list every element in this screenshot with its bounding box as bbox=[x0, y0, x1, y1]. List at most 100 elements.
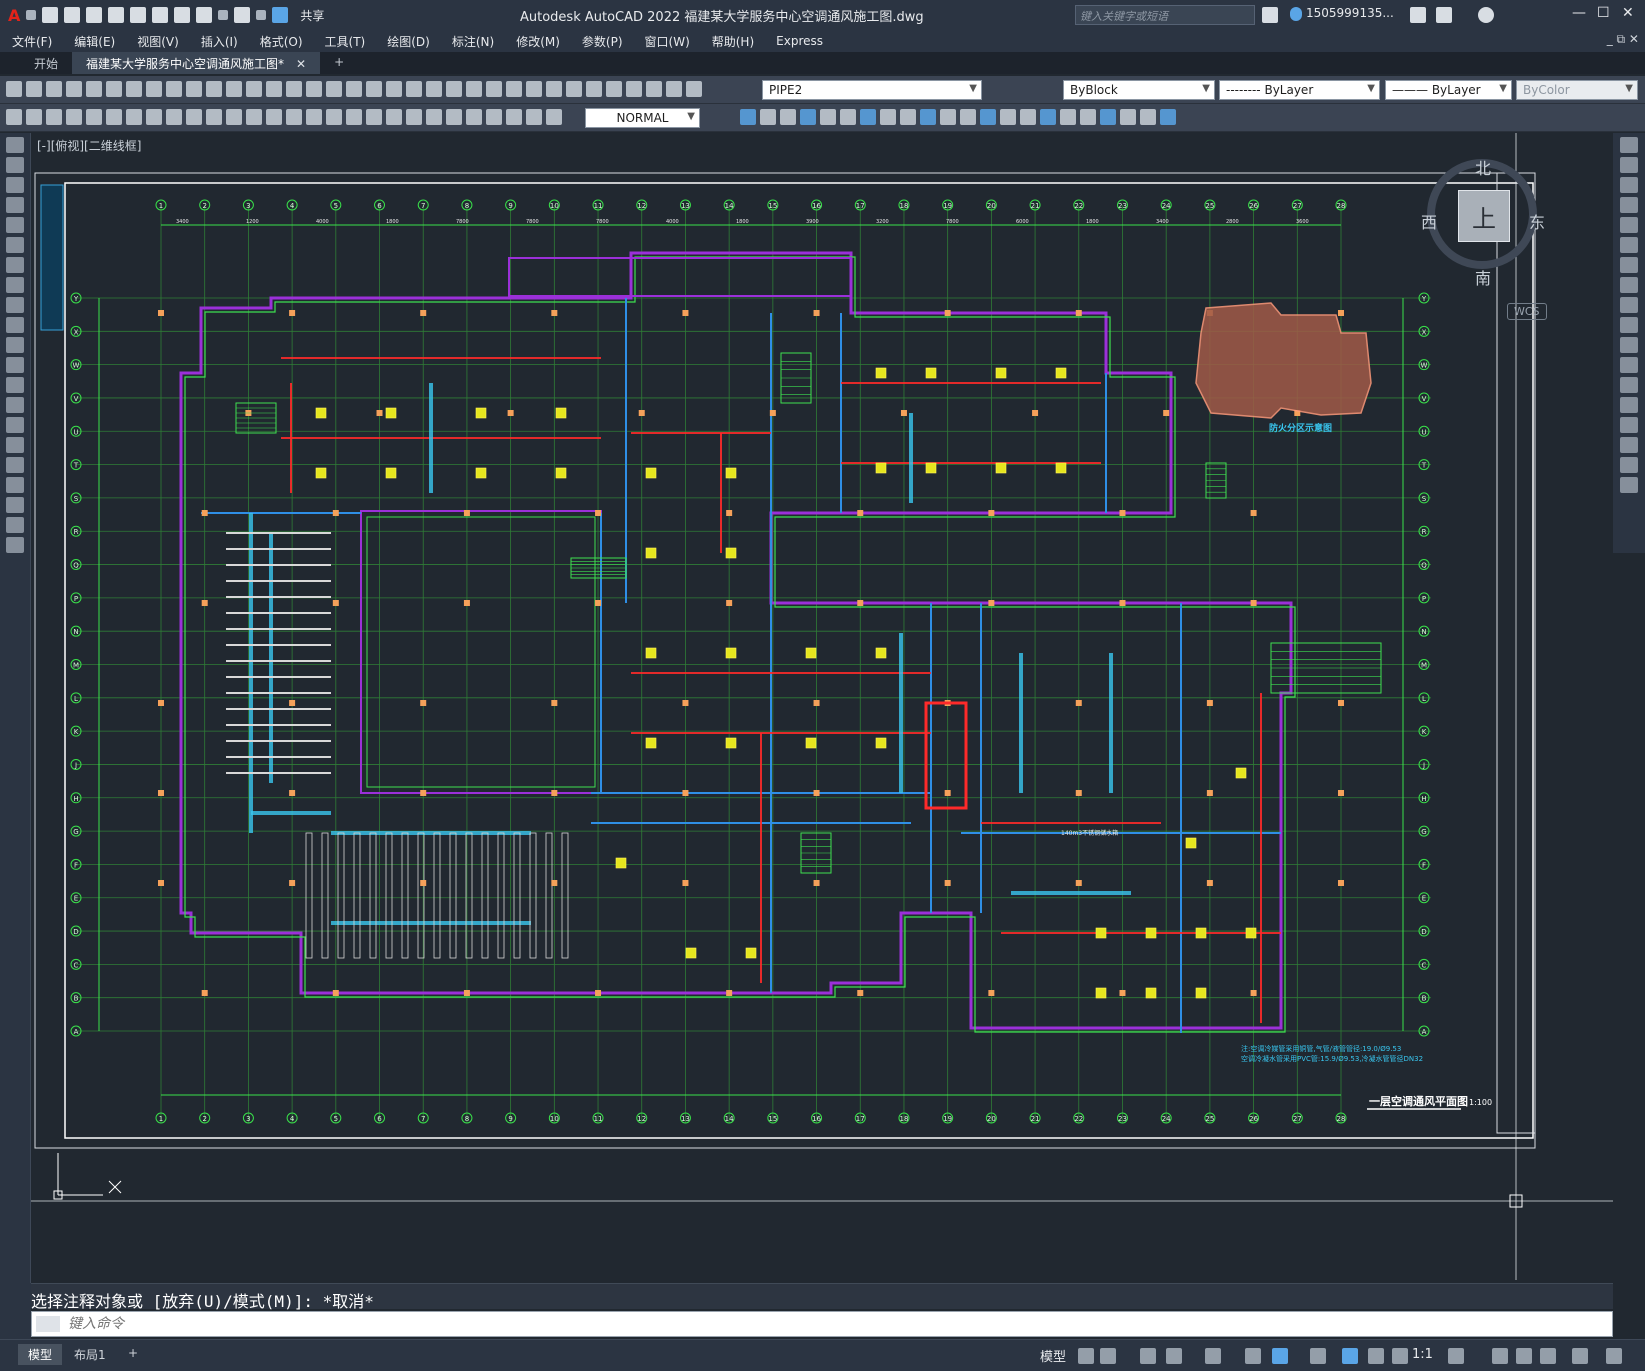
ortho-icon[interactable] bbox=[1140, 1348, 1156, 1364]
standard-tool-23-icon[interactable] bbox=[466, 81, 482, 97]
modify-side-tool-12-icon[interactable] bbox=[1620, 377, 1638, 393]
dimension-tool-22-icon[interactable] bbox=[446, 109, 462, 125]
autodesk-account-icon[interactable] bbox=[1436, 7, 1452, 23]
viewport-controls[interactable]: [-][俯视][二维线框] bbox=[37, 137, 141, 154]
draw-tool-19-icon[interactable] bbox=[6, 517, 24, 533]
modify-tool-12-icon[interactable] bbox=[980, 109, 996, 125]
draw-tool-14-icon[interactable] bbox=[6, 417, 24, 433]
lineweight-dropdown[interactable]: ——— ByLayer ▼ bbox=[1385, 80, 1512, 100]
dimension-tool-9-icon[interactable] bbox=[186, 109, 202, 125]
model-space-button[interactable]: 模型 bbox=[1040, 1346, 1066, 1365]
modify-side-tool-16-icon[interactable] bbox=[1620, 457, 1638, 473]
standard-tool-14-icon[interactable] bbox=[286, 81, 302, 97]
drawing-canvas[interactable]: 1 1 2 2 3 3 4 4 5 5 6 6 7 7 8 8 9 9 10 10 11 11 12 12 13 13 14 14 15… bbox=[31, 133, 1613, 1280]
standard-tool-33-icon[interactable] bbox=[666, 81, 682, 97]
standard-tool-1-icon[interactable] bbox=[26, 81, 42, 97]
draw-tool-11-icon[interactable] bbox=[6, 357, 24, 373]
modify-tool-18-icon[interactable] bbox=[1100, 109, 1116, 125]
draw-tool-10-icon[interactable] bbox=[6, 337, 24, 353]
auto-scale-icon[interactable] bbox=[1368, 1348, 1384, 1364]
standard-tool-31-icon[interactable] bbox=[626, 81, 642, 97]
modify-tool-17-icon[interactable] bbox=[1080, 109, 1096, 125]
modify-tool-2-icon[interactable] bbox=[780, 109, 796, 125]
modify-side-tool-0-icon[interactable] bbox=[1620, 137, 1638, 153]
standard-tool-9-icon[interactable] bbox=[186, 81, 202, 97]
dimension-tool-8-icon[interactable] bbox=[166, 109, 182, 125]
menu-item-7[interactable]: 标注(N) bbox=[452, 33, 494, 50]
save-icon[interactable] bbox=[86, 7, 103, 23]
modify-side-tool-15-icon[interactable] bbox=[1620, 437, 1638, 453]
open-file-icon[interactable] bbox=[64, 7, 81, 23]
standard-tool-3-icon[interactable] bbox=[66, 81, 82, 97]
dimension-tool-12-icon[interactable] bbox=[246, 109, 262, 125]
modify-tool-19-icon[interactable] bbox=[1120, 109, 1136, 125]
publish-icon[interactable] bbox=[152, 7, 169, 23]
modify-side-tool-14-icon[interactable] bbox=[1620, 417, 1638, 433]
draw-tool-4-icon[interactable] bbox=[6, 217, 24, 233]
standard-tool-10-icon[interactable] bbox=[206, 81, 222, 97]
modify-tool-1-icon[interactable] bbox=[760, 109, 776, 125]
modify-side-tool-1-icon[interactable] bbox=[1620, 157, 1638, 173]
redo-icon[interactable] bbox=[234, 7, 251, 23]
menu-item-0[interactable]: 文件(F) bbox=[12, 33, 52, 50]
draw-tool-0-icon[interactable] bbox=[6, 137, 24, 153]
modify-tool-15-icon[interactable] bbox=[1040, 109, 1056, 125]
modify-tool-7-icon[interactable] bbox=[880, 109, 896, 125]
standard-tool-2-icon[interactable] bbox=[46, 81, 62, 97]
modify-side-tool-17-icon[interactable] bbox=[1620, 477, 1638, 493]
standard-tool-26-icon[interactable] bbox=[526, 81, 542, 97]
viewcube-west[interactable]: 西 bbox=[1421, 209, 1437, 233]
standard-tool-22-icon[interactable] bbox=[446, 81, 462, 97]
command-line[interactable] bbox=[31, 1311, 1613, 1337]
save-as-icon[interactable] bbox=[108, 7, 125, 23]
command-line-handle[interactable] bbox=[0, 1283, 31, 1339]
dimension-tool-19-icon[interactable] bbox=[386, 109, 402, 125]
dimension-tool-24-icon[interactable] bbox=[486, 109, 502, 125]
modify-side-tool-3-icon[interactable] bbox=[1620, 197, 1638, 213]
dimension-tool-5-icon[interactable] bbox=[106, 109, 122, 125]
menu-item-4[interactable]: 格式(O) bbox=[260, 33, 303, 50]
dimension-tool-20-icon[interactable] bbox=[406, 109, 422, 125]
modify-tool-11-icon[interactable] bbox=[960, 109, 976, 125]
modify-tool-9-icon[interactable] bbox=[920, 109, 936, 125]
modify-tool-10-icon[interactable] bbox=[940, 109, 956, 125]
dimension-tool-7-icon[interactable] bbox=[146, 109, 162, 125]
wcs-menu[interactable]: WCS bbox=[1507, 303, 1547, 320]
app-menu-chevron-icon[interactable] bbox=[26, 10, 37, 20]
draw-tool-16-icon[interactable] bbox=[6, 457, 24, 473]
new-file-icon[interactable] bbox=[42, 7, 59, 23]
object-snap-tracking-icon[interactable] bbox=[1245, 1348, 1261, 1364]
command-prompt-icon[interactable] bbox=[36, 1316, 60, 1332]
standard-tool-27-icon[interactable] bbox=[546, 81, 562, 97]
menu-item-3[interactable]: 插入(I) bbox=[201, 33, 238, 50]
menu-item-5[interactable]: 工具(T) bbox=[325, 33, 366, 50]
modify-side-tool-11-icon[interactable] bbox=[1620, 357, 1638, 373]
modify-side-tool-13-icon[interactable] bbox=[1620, 397, 1638, 413]
layout-tab-layout1[interactable]: 布局1 bbox=[64, 1344, 116, 1365]
standard-tool-4-icon[interactable] bbox=[86, 81, 102, 97]
draw-tool-9-icon[interactable] bbox=[6, 317, 24, 333]
modify-tool-8-icon[interactable] bbox=[900, 109, 916, 125]
cart-icon[interactable] bbox=[1410, 7, 1426, 23]
standard-tool-12-icon[interactable] bbox=[246, 81, 262, 97]
annotation-visibility-icon[interactable] bbox=[1342, 1348, 1358, 1364]
command-input[interactable] bbox=[68, 1314, 1568, 1334]
new-tab-button[interactable]: + bbox=[320, 52, 358, 74]
standard-tool-30-icon[interactable] bbox=[606, 81, 622, 97]
autocad-logo[interactable]: A bbox=[8, 6, 20, 25]
modify-tool-13-icon[interactable] bbox=[1000, 109, 1016, 125]
dimension-tool-21-icon[interactable] bbox=[426, 109, 442, 125]
layer-dropdown[interactable]: PIPE2 ▼ bbox=[762, 80, 982, 100]
close-button[interactable]: ✕ bbox=[1622, 5, 1634, 21]
standard-tool-11-icon[interactable] bbox=[226, 81, 242, 97]
modify-side-tool-2-icon[interactable] bbox=[1620, 177, 1638, 193]
standard-tool-25-icon[interactable] bbox=[506, 81, 522, 97]
user-icon[interactable] bbox=[1290, 7, 1302, 21]
standard-tool-24-icon[interactable] bbox=[486, 81, 502, 97]
share-button[interactable]: 共享 bbox=[300, 7, 324, 24]
modify-side-tool-9-icon[interactable] bbox=[1620, 317, 1638, 333]
draw-tool-7-icon[interactable] bbox=[6, 277, 24, 293]
isodraft-icon[interactable] bbox=[1205, 1348, 1221, 1364]
draw-tool-15-icon[interactable] bbox=[6, 437, 24, 453]
dimension-tool-2-icon[interactable] bbox=[46, 109, 62, 125]
